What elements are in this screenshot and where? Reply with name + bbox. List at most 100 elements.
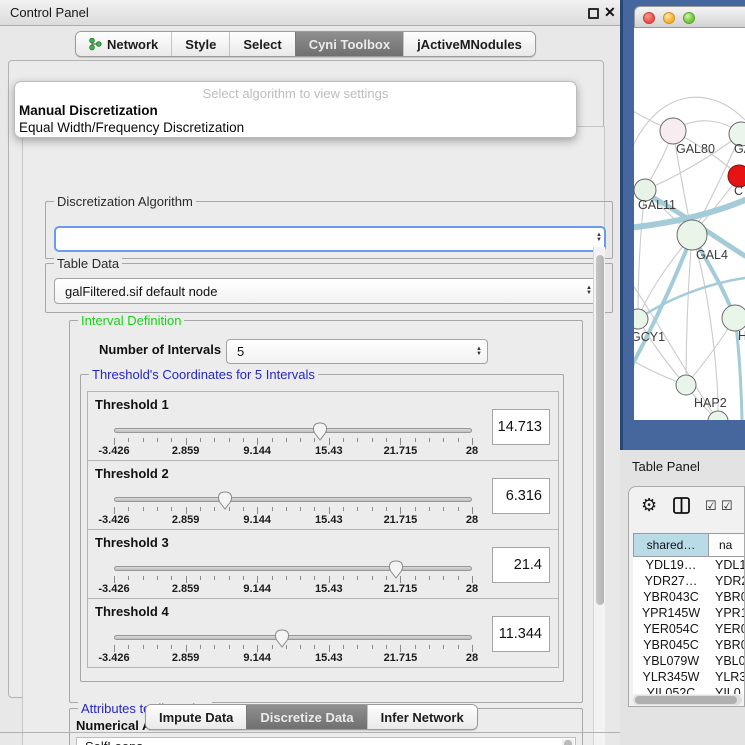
- table-row[interactable]: YDL19…YDL1: [633, 557, 745, 573]
- zoom-traffic-light-icon[interactable]: [683, 12, 695, 24]
- cell-name: YER0: [709, 621, 745, 637]
- slider-tick-labels: -3.4262.8599.14415.4321.71528: [114, 652, 472, 664]
- algorithm-option-manual[interactable]: Manual Discretization: [19, 103, 158, 118]
- checkbox-icon[interactable]: ☑: [721, 498, 733, 514]
- column-header-shared-name[interactable]: shared…: [633, 533, 709, 557]
- table-row[interactable]: YPR145WYPR1: [633, 605, 745, 621]
- slider-ticks: [114, 576, 472, 583]
- attribute-list-item[interactable]: SelfLoops: [77, 738, 575, 745]
- threshold-label: Threshold 4: [95, 604, 169, 619]
- network-node-label: H: [738, 329, 745, 343]
- threshold-slider-track[interactable]: [114, 497, 472, 502]
- threshold-row: Threshold 3-3.4262.8599.14415.4321.71528: [87, 529, 559, 599]
- table-data-combobox-value: galFiltered.sif default node: [55, 284, 581, 299]
- network-view-window: GAL80GACGAL11GAL4GCY1HHAP2: [634, 6, 745, 420]
- tab-discretize-data[interactable]: Discretize Data: [246, 705, 366, 729]
- thresholds-group-title: Threshold's Coordinates for 5 Intervals: [89, 367, 318, 382]
- gear-icon[interactable]: ⚙: [641, 495, 657, 516]
- threshold-value-field[interactable]: [492, 616, 550, 652]
- number-of-intervals-value: 5: [227, 344, 471, 359]
- table-row[interactable]: YIL052CYIL0: [633, 685, 745, 694]
- threshold-row: Threshold 1-3.4262.8599.14415.4321.71528: [87, 391, 559, 461]
- tab-impute-data[interactable]: Impute Data: [146, 705, 246, 729]
- threshold-value-field[interactable]: [492, 547, 550, 583]
- algorithm-combobox[interactable]: ▲▼: [54, 226, 606, 252]
- tab-network[interactable]: Network: [76, 32, 171, 56]
- tab-infer-network[interactable]: Infer Network: [367, 705, 477, 729]
- minimize-traffic-light-icon[interactable]: [663, 12, 675, 24]
- control-panel-window: Control Panel ✕ Network Style SelectCyni T…: [0, 0, 620, 745]
- number-of-intervals-combobox[interactable]: 5 ▲▼: [226, 339, 488, 364]
- numerical-attributes-list: SelfLoopsTopologicalCoefficientBetweenne…: [76, 737, 576, 745]
- table-row[interactable]: YBL079WYBL0: [633, 653, 745, 669]
- algorithm-option-equal-width[interactable]: Equal Width/Frequency Discretization: [19, 120, 244, 135]
- algorithm-dropdown-popup: Select algorithm to view settings Manual…: [14, 81, 577, 138]
- table-row[interactable]: YER054CYER0: [633, 621, 745, 637]
- cell-shared-name: YBR043C: [633, 589, 709, 605]
- settings-vertical-scrollbar[interactable]: [593, 247, 605, 745]
- network-node[interactable]: [660, 118, 686, 144]
- threshold-slider-track[interactable]: [114, 566, 472, 571]
- tab-label: Infer Network: [381, 710, 464, 725]
- cell-name: YIL0: [709, 685, 745, 694]
- settings-outer-panel: Discretization Algorithm ▲▼ Table Data g…: [8, 60, 604, 698]
- top-tab-bar: Network Style SelectCyni ToolboxjActiveMNo…: [75, 31, 536, 57]
- tab-style[interactable]: Style: [171, 32, 229, 56]
- cell-shared-name: YER054C: [633, 621, 709, 637]
- threshold-value-field[interactable]: [492, 478, 550, 514]
- threshold-row: Threshold 4 -3.4262.8599.14415.4321.71528: [87, 598, 559, 668]
- slider-ticks: [114, 645, 472, 652]
- network-node-label: GAL80: [676, 142, 715, 156]
- threshold-value-field[interactable]: [492, 409, 550, 445]
- network-edge: [686, 235, 692, 385]
- threshold-rows: Threshold 1-3.4262.8599.14415.4321.71528…: [81, 391, 563, 668]
- threshold-slider-track[interactable]: [114, 428, 472, 433]
- slider-ticks: [114, 507, 472, 514]
- threshold-slider-track[interactable]: [114, 635, 472, 640]
- columns-icon[interactable]: [673, 497, 690, 519]
- network-node-label: GAL11: [638, 198, 676, 212]
- interval-definition-group: Interval Definition Number of Intervals …: [69, 320, 583, 703]
- discretization-algorithm-group: Discretization Algorithm ▲▼: [45, 201, 613, 259]
- network-node[interactable]: [676, 375, 696, 395]
- network-icon: [89, 37, 102, 51]
- cell-shared-name: YDR27…: [633, 573, 709, 589]
- tab-select[interactable]: Select: [229, 32, 294, 56]
- column-header-name[interactable]: na: [709, 533, 745, 557]
- threshold-row: Threshold 2-3.4262.8599.14415.4321.71528: [87, 460, 559, 530]
- settings-scrollbar-thumb[interactable]: [596, 255, 604, 605]
- network-node[interactable]: [677, 220, 707, 250]
- network-node[interactable]: [634, 309, 648, 329]
- cell-name: YLR3: [709, 669, 745, 685]
- cell-name: YBR0: [709, 589, 745, 605]
- table-row[interactable]: YDR27…YDR2: [633, 573, 745, 589]
- cell-shared-name: YDL19…: [633, 557, 709, 573]
- table-data-combobox[interactable]: galFiltered.sif default node ▲▼: [54, 278, 598, 304]
- close-traffic-light-icon[interactable]: [643, 12, 655, 24]
- interval-definition-title: Interval Definition: [78, 313, 184, 328]
- table-rows: YDL19…YDL1YDR27…YDR2YBR043CYBR0YPR145WYP…: [633, 557, 745, 694]
- cell-shared-name: YPR145W: [633, 605, 709, 621]
- table-row[interactable]: YLR345WYLR3: [633, 669, 745, 685]
- checkbox-icon[interactable]: ☑: [705, 498, 717, 514]
- tab-label: Style: [185, 37, 216, 52]
- network-window-titlebar[interactable]: [634, 6, 745, 28]
- tab-cyni-toolbox[interactable]: Cyni Toolbox: [295, 32, 403, 56]
- attributes-list-scrollbar[interactable]: [562, 739, 574, 745]
- slider-ticks: [114, 438, 472, 445]
- cell-shared-name: YBL079W: [633, 653, 709, 669]
- slider-tick-labels: -3.4262.8599.14415.4321.71528: [114, 583, 472, 595]
- table-row[interactable]: YBR043CYBR0: [633, 589, 745, 605]
- window-title: Control Panel: [10, 0, 89, 26]
- table-horizontal-scrollbar[interactable]: [633, 695, 742, 705]
- cell-name: YPR1: [709, 605, 745, 621]
- tab-jactivemnodules[interactable]: jActiveMNodules: [403, 32, 535, 56]
- network-canvas[interactable]: GAL80GACGAL11GAL4GCY1HHAP2: [634, 28, 745, 420]
- close-icon[interactable]: ✕: [604, 4, 616, 21]
- slider-tick-labels: -3.4262.8599.14415.4321.71528: [114, 514, 472, 526]
- network-node[interactable]: [722, 305, 745, 331]
- cell-shared-name: YIL052C: [633, 685, 709, 694]
- table-row[interactable]: YBR045CYBR0: [633, 637, 745, 653]
- float-window-icon[interactable]: [588, 8, 599, 19]
- network-node[interactable]: [708, 411, 728, 420]
